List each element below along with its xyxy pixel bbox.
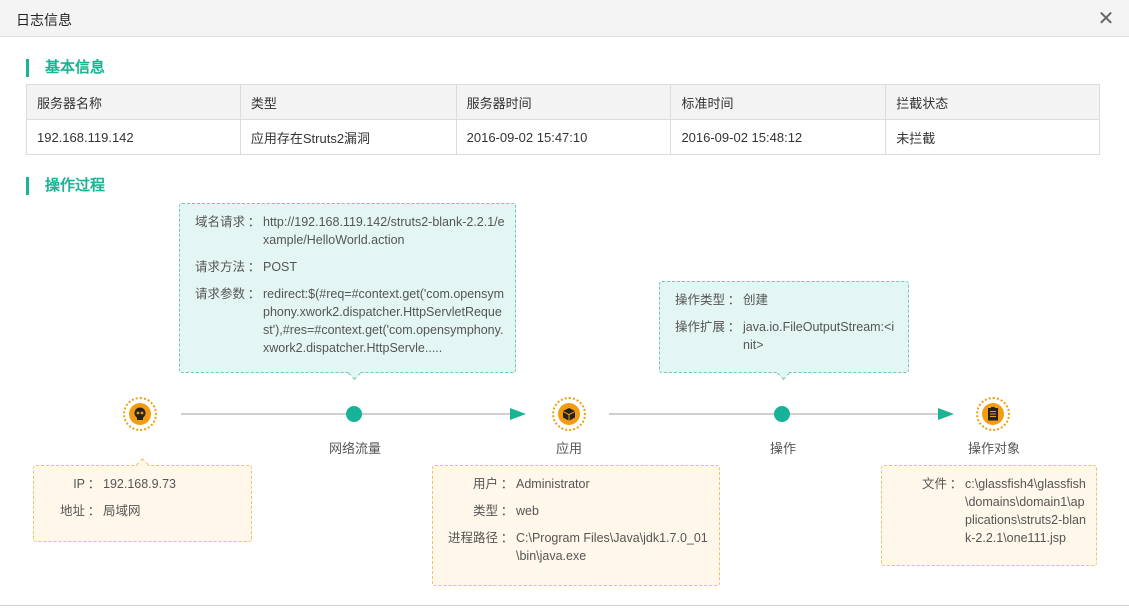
bubble-row-domain-request: 域名请求 ： http://192.168.119.142/struts2-bl… bbox=[189, 213, 506, 249]
column-header-server-name: 服务器名称 bbox=[26, 84, 241, 120]
app-detail-bubble: 用户 ： Administrator 类型 ： web 进程路径 ： C:\Pr… bbox=[432, 465, 720, 586]
flow-label-app: 应用 bbox=[555, 441, 582, 456]
bubble-key: 文件 bbox=[921, 477, 947, 491]
bubble-separator: ： bbox=[727, 293, 741, 307]
flow-label-operation: 操作 bbox=[769, 441, 796, 456]
bubble-row-operation-type: 操作类型 ： 创建 bbox=[669, 291, 899, 309]
bubble-separator: ： bbox=[247, 260, 261, 274]
request-detail-bubble: 域名请求 ： http://192.168.119.142/struts2-bl… bbox=[179, 203, 516, 380]
cell-server-time: 2016-09-02 15:47:10 bbox=[455, 119, 672, 155]
bubble-row-request-params: 请求参数 ： redirect:$(#req=#context.get('com… bbox=[189, 285, 506, 357]
bubble-row-user: 用户 ： Administrator bbox=[442, 475, 710, 493]
bubble-value: 192.168.9.73 bbox=[103, 477, 176, 491]
bubble-value: 创建 bbox=[743, 293, 769, 307]
source-detail-bubble: IP ： 192.168.9.73 地址 ： 局域网 bbox=[33, 458, 252, 542]
bubble-value: C:\Program Files\Java\jdk1.7.0_01\bin\ja… bbox=[516, 531, 708, 563]
flow-label-network: 网络流量 bbox=[328, 441, 381, 456]
close-icon[interactable]: ✕ bbox=[1097, 7, 1115, 29]
bubble-row-type: 类型 ： web bbox=[442, 502, 710, 520]
bubble-pointer bbox=[348, 367, 361, 380]
bubble-value: web bbox=[516, 504, 539, 518]
flow-label-target: 操作对象 bbox=[967, 441, 1020, 456]
bubble-pointer bbox=[777, 367, 790, 380]
bubble-row-request-method: 请求方法 ： POST bbox=[189, 258, 506, 276]
network-traffic-dot[interactable] bbox=[346, 406, 362, 422]
bottom-divider bbox=[0, 605, 1129, 606]
cell-intercept-status: 未拦截 bbox=[885, 119, 1100, 155]
bubble-key: IP bbox=[73, 477, 85, 491]
bubble-value: java.io.FileOutputStream:<init> bbox=[743, 320, 895, 352]
bubble-key: 请求方法 bbox=[194, 260, 245, 274]
target-detail-bubble: 文件 ： c:\glassfish4\glassfish\domains\dom… bbox=[881, 465, 1097, 566]
bubble-key: 请求参数 bbox=[194, 287, 245, 301]
bubble-separator: ： bbox=[247, 287, 261, 301]
bubble-value: 局域网 bbox=[103, 504, 141, 518]
dialog-title: 日志信息 bbox=[16, 12, 72, 28]
bubble-value: http://192.168.119.142/struts2-blank-2.2… bbox=[263, 215, 505, 247]
basic-info-table: 服务器名称 类型 服务器时间 标准时间 拦截状态 192.168.119.142… bbox=[26, 84, 1100, 155]
bubble-key: 进程路径 bbox=[447, 531, 498, 545]
bubble-key: 地址 bbox=[59, 504, 85, 518]
bubble-row-file: 文件 ： c:\glassfish4\glassfish\domains\dom… bbox=[891, 475, 1087, 547]
basic-info-heading: 基本信息 bbox=[26, 59, 105, 77]
bubble-value: redirect:$(#req=#context.get('com.opensy… bbox=[263, 287, 505, 355]
package-icon bbox=[563, 408, 575, 421]
bubble-key: 操作扩展 bbox=[674, 320, 725, 334]
dialog-titlebar: 日志信息 ✕ bbox=[0, 0, 1129, 37]
bubble-value: Administrator bbox=[516, 477, 590, 491]
bubble-row-process-path: 进程路径 ： C:\Program Files\Java\jdk1.7.0_01… bbox=[442, 529, 710, 565]
source-node[interactable] bbox=[123, 397, 157, 431]
bubble-row-operation-extension: 操作扩展 ： java.io.FileOutputStream:<init> bbox=[669, 318, 899, 354]
table-header-row: 服务器名称 类型 服务器时间 标准时间 拦截状态 bbox=[26, 84, 1100, 120]
column-header-server-time: 服务器时间 bbox=[455, 84, 672, 120]
cell-server-name: 192.168.119.142 bbox=[26, 119, 241, 155]
flow-arrowhead bbox=[510, 408, 526, 420]
bubble-key: 域名请求 bbox=[194, 215, 245, 229]
bubble-row-ip: IP ： 192.168.9.73 bbox=[43, 475, 242, 493]
bubble-separator: ： bbox=[87, 477, 101, 491]
skull-icon bbox=[134, 407, 146, 420]
bubble-pointer bbox=[136, 458, 149, 471]
cell-type: 应用存在Struts2漏洞 bbox=[239, 119, 457, 155]
column-header-standard-time: 标准时间 bbox=[670, 84, 887, 120]
bubble-value: POST bbox=[263, 260, 298, 274]
bubble-value: c:\glassfish4\glassfish\domains\domain1\… bbox=[965, 477, 1086, 545]
bubble-key: 操作类型 bbox=[674, 293, 725, 307]
bubble-key: 用户 bbox=[472, 477, 498, 491]
bubble-separator: ： bbox=[500, 504, 514, 518]
bubble-separator: ： bbox=[500, 531, 514, 545]
column-header-intercept-status: 拦截状态 bbox=[885, 84, 1100, 120]
bubble-separator: ： bbox=[87, 504, 101, 518]
column-header-type: 类型 bbox=[239, 84, 457, 120]
bubble-key: 类型 bbox=[472, 504, 498, 518]
bubble-row-address: 地址 ： 局域网 bbox=[43, 502, 242, 520]
bubble-separator: ： bbox=[727, 320, 741, 334]
bubble-separator: ： bbox=[949, 477, 963, 491]
operation-dot[interactable] bbox=[774, 406, 790, 422]
process-heading: 操作过程 bbox=[26, 177, 105, 195]
flow-arrowhead bbox=[938, 408, 954, 420]
table-row: 192.168.119.142 应用存在Struts2漏洞 2016-09-02… bbox=[26, 119, 1100, 155]
cell-standard-time: 2016-09-02 15:48:12 bbox=[670, 119, 887, 155]
bubble-separator: ： bbox=[500, 477, 514, 491]
clipboard-icon bbox=[988, 407, 998, 421]
target-node[interactable] bbox=[976, 397, 1010, 431]
operation-detail-bubble: 操作类型 ： 创建 操作扩展 ： java.io.FileOutputStrea… bbox=[659, 281, 909, 380]
app-node[interactable] bbox=[552, 397, 586, 431]
bubble-separator: ： bbox=[247, 215, 261, 229]
